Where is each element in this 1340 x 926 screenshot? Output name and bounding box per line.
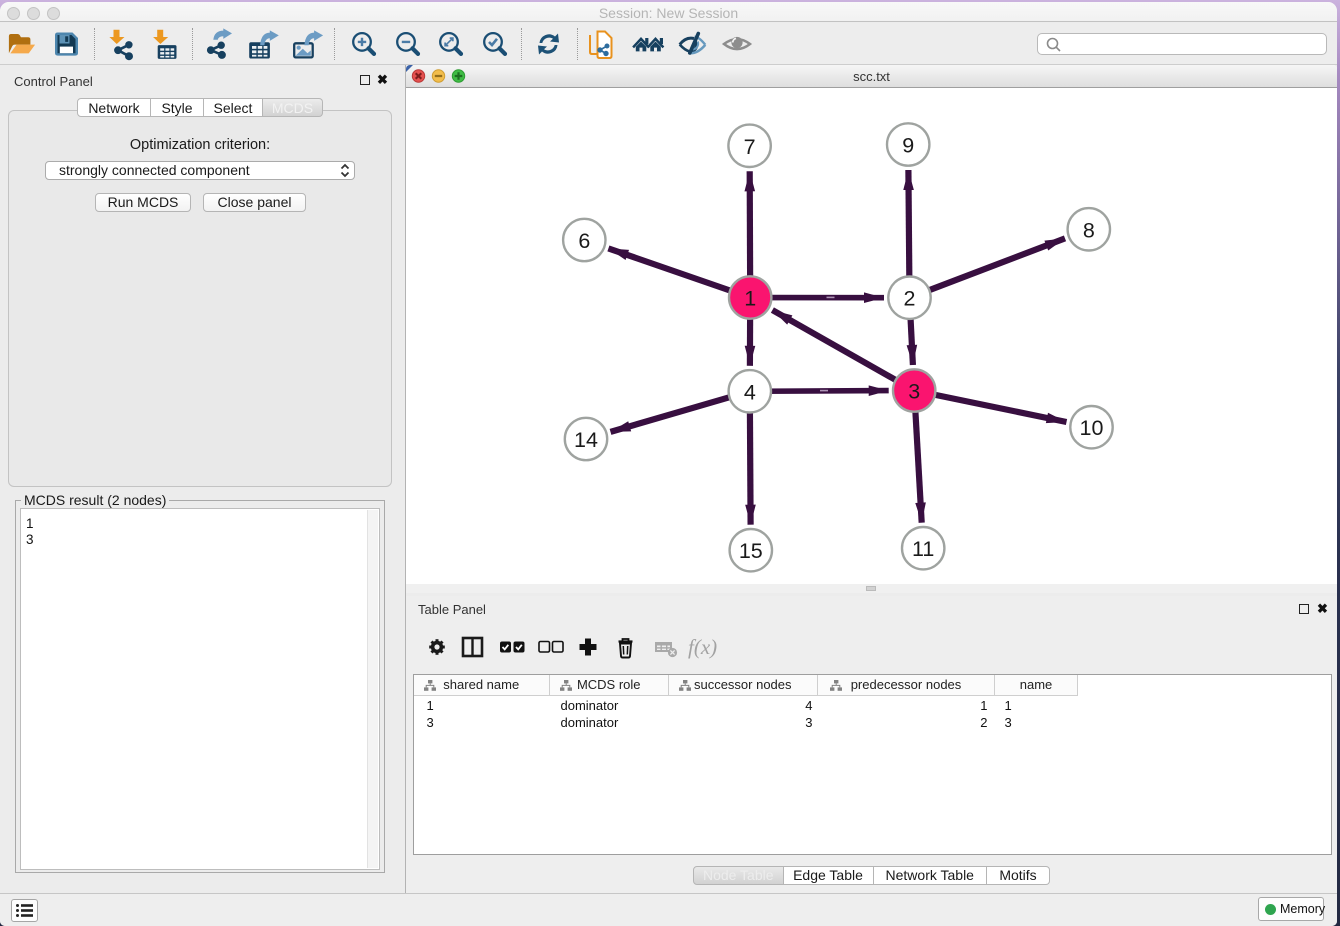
svg-text:10: 10 xyxy=(1080,416,1104,440)
svg-text:2: 2 xyxy=(904,287,916,311)
svg-text:11: 11 xyxy=(912,537,934,561)
svg-text:8: 8 xyxy=(1083,218,1095,242)
svg-text:3: 3 xyxy=(908,380,920,404)
svg-text:9: 9 xyxy=(902,134,914,158)
svg-text:f(x): f(x) xyxy=(688,635,717,659)
svg-text:6: 6 xyxy=(578,229,590,253)
svg-text:4: 4 xyxy=(744,380,756,404)
svg-text:7: 7 xyxy=(744,135,756,159)
svg-text:1: 1 xyxy=(744,287,756,311)
svg-text:15: 15 xyxy=(739,539,763,563)
svg-text:14: 14 xyxy=(574,428,598,452)
